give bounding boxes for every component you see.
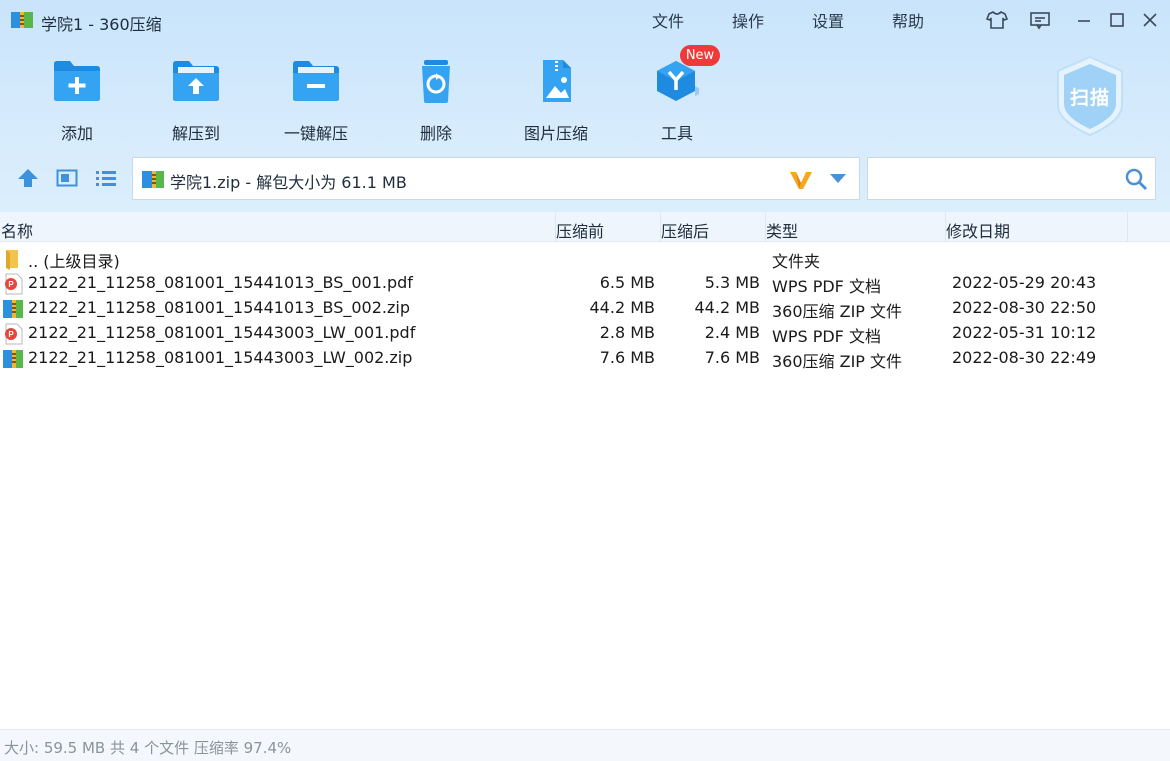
- zip-file-icon: [3, 300, 23, 318]
- zip-file-icon: [3, 350, 23, 368]
- row-date: 2022-05-29 20:43: [952, 273, 1097, 292]
- column-size-after[interactable]: 压缩后: [661, 218, 709, 242]
- scan-label: 扫描: [1069, 87, 1110, 109]
- minimize-icon: [1078, 20, 1090, 22]
- new-badge-text: New: [685, 48, 715, 63]
- chevron-down-icon[interactable]: [830, 174, 846, 184]
- maximize-icon: [1110, 13, 1124, 27]
- status-text: 大小: 59.5 MB 共 4 个文件 压缩率 97.4%: [4, 739, 292, 757]
- column-divider[interactable]: [555, 212, 556, 242]
- one-click-extract-button[interactable]: 一键解压: [271, 58, 361, 144]
- thumbnail-view-icon[interactable]: [56, 167, 78, 189]
- row-date: 2022-05-31 10:12: [952, 323, 1097, 342]
- minimize-button[interactable]: [1072, 8, 1096, 32]
- menu-operation[interactable]: 操作: [732, 8, 764, 32]
- row-name: 2122_21_11258_081001_15441013_BS_002.zip: [28, 298, 410, 317]
- pdf-file-icon: P: [5, 323, 23, 345]
- table-row[interactable]: P 2122_21_11258_081001_15441013_BS_001.p…: [0, 271, 1170, 296]
- column-divider[interactable]: [660, 212, 661, 242]
- list-view-icon[interactable]: [95, 167, 117, 189]
- address-bar[interactable]: 学院1.zip - 解包大小为 61.1 MB: [132, 157, 860, 200]
- image-compress-icon: [543, 60, 571, 102]
- table-row[interactable]: .. (上级目录) 文件夹: [0, 246, 1170, 271]
- table-row[interactable]: P 2122_21_11258_081001_15443003_LW_001.p…: [0, 321, 1170, 346]
- svg-text:P: P: [8, 280, 14, 289]
- row-type: WPS PDF 文档: [772, 277, 881, 296]
- svg-text:P: P: [8, 330, 14, 339]
- title-bar: 学院1 - 360压缩 文件 操作 设置 帮助: [0, 0, 1170, 40]
- window-title: 学院1 - 360压缩: [41, 15, 162, 34]
- column-name[interactable]: 名称: [1, 218, 33, 242]
- header: 学院1 - 360压缩 文件 操作 设置 帮助 添加 解压到 一键解压 删除 图…: [0, 0, 1170, 212]
- row-name: 2122_21_11258_081001_15443003_LW_001.pdf: [28, 323, 416, 342]
- row-size-before: 44.2 MB: [589, 298, 656, 317]
- extract-to-label: 解压到: [171, 124, 220, 143]
- add-label: 添加: [60, 124, 93, 143]
- image-compress-label: 图片压缩: [523, 124, 588, 143]
- row-type: 文件夹: [772, 252, 821, 271]
- row-size-after: 44.2 MB: [694, 298, 761, 317]
- feedback-button[interactable]: [1028, 8, 1052, 32]
- row-size-before: 7.6 MB: [599, 348, 655, 367]
- row-name: 2122_21_11258_081001_15441013_BS_001.pdf: [28, 273, 413, 292]
- maximize-button[interactable]: [1105, 8, 1129, 32]
- column-type[interactable]: 类型: [766, 218, 798, 242]
- column-date[interactable]: 修改日期: [946, 218, 1010, 242]
- menu-settings[interactable]: 设置: [812, 8, 844, 32]
- delete-label: 删除: [419, 124, 452, 143]
- row-size-before: 2.8 MB: [599, 323, 655, 342]
- row-date: 2022-08-30 22:49: [952, 348, 1097, 367]
- row-name: 2122_21_11258_081001_15443003_LW_002.zip: [28, 348, 413, 367]
- skin-button[interactable]: [985, 8, 1009, 32]
- search-box[interactable]: [867, 157, 1156, 200]
- table-row[interactable]: 2122_21_11258_081001_15443003_LW_002.zip…: [0, 346, 1170, 371]
- delete-button[interactable]: 删除: [391, 58, 481, 144]
- folder-icon: [6, 250, 18, 270]
- address-text: 学院1.zip - 解包大小为 61.1 MB: [170, 173, 407, 192]
- tools-button[interactable]: 工具: [632, 58, 722, 144]
- row-type: 360压缩 ZIP 文件: [772, 302, 903, 321]
- row-type: WPS PDF 文档: [772, 327, 881, 346]
- pdf-file-icon: P: [5, 273, 23, 295]
- recycle-bin-icon: [422, 60, 450, 103]
- row-name: .. (上级目录): [28, 252, 120, 271]
- close-button[interactable]: [1138, 8, 1162, 32]
- zip-file-icon: [142, 171, 164, 188]
- menu-file[interactable]: 文件: [652, 8, 684, 32]
- app-logo-icon: [11, 12, 33, 28]
- row-size-after: 5.3 MB: [704, 273, 760, 292]
- column-size-before[interactable]: 压缩前: [556, 218, 604, 242]
- menu-help[interactable]: 帮助: [892, 8, 924, 32]
- search-icon[interactable]: [1124, 167, 1148, 191]
- column-divider[interactable]: [765, 212, 766, 242]
- row-size-after: 7.6 MB: [704, 348, 760, 367]
- table-row[interactable]: 2122_21_11258_081001_15441013_BS_002.zip…: [0, 296, 1170, 321]
- one-click-extract-label: 一键解压: [283, 124, 348, 143]
- status-bar: 大小: 59.5 MB 共 4 个文件 压缩率 97.4%: [0, 729, 1170, 761]
- image-compress-button[interactable]: 图片压缩: [511, 58, 601, 144]
- row-size-before: 6.5 MB: [599, 273, 655, 292]
- new-badge: New: [680, 45, 720, 66]
- v-logo-icon[interactable]: [789, 169, 813, 191]
- row-date: 2022-08-30 22:50: [952, 298, 1097, 317]
- row-type: 360压缩 ZIP 文件: [772, 352, 903, 371]
- folder-extract-icon: [173, 61, 219, 101]
- folder-add-icon: [54, 61, 100, 101]
- tools-label: 工具: [660, 124, 693, 143]
- search-input[interactable]: [876, 166, 1116, 192]
- scan-button[interactable]: 扫描: [1055, 55, 1125, 137]
- column-header: 名称 压缩前 压缩后 类型 修改日期: [0, 212, 1170, 242]
- feedback-icon: [1030, 12, 1050, 30]
- row-size-after: 2.4 MB: [704, 323, 760, 342]
- up-arrow-icon[interactable]: [17, 167, 39, 189]
- column-divider[interactable]: [1127, 212, 1128, 242]
- extract-to-button[interactable]: 解压到: [151, 58, 241, 144]
- folder-oneclick-icon: [293, 61, 339, 101]
- tshirt-icon: [986, 11, 1008, 29]
- column-divider[interactable]: [945, 212, 946, 242]
- close-icon: [1143, 13, 1157, 27]
- add-button[interactable]: 添加: [32, 58, 122, 144]
